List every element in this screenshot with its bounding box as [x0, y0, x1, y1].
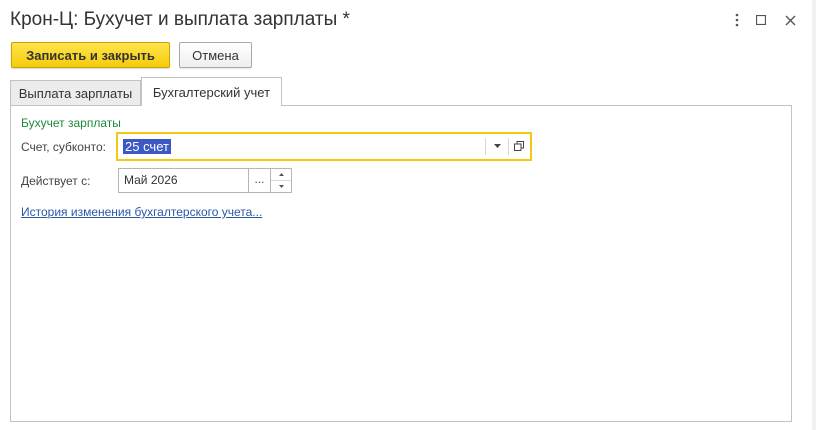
window-edge — [812, 0, 816, 430]
history-link[interactable]: История изменения бухгалтерского учета..… — [21, 205, 262, 219]
tab-accounting[interactable]: Бухгалтерский учет — [141, 77, 282, 106]
maximize-icon[interactable] — [751, 10, 771, 30]
cancel-button[interactable]: Отмена — [179, 42, 252, 68]
field-separator — [508, 138, 509, 155]
chevron-down-icon[interactable] — [490, 139, 504, 153]
account-label: Счет, субконто: — [21, 140, 106, 154]
account-field[interactable]: 25 счет — [116, 132, 532, 161]
window-title: Крон-Ц: Бухучет и выплата зарплаты * — [10, 9, 350, 30]
spin-up-icon[interactable] — [271, 169, 291, 181]
tab-salary-payment[interactable]: Выплата зарплаты — [10, 80, 141, 105]
date-select-button[interactable]: ... — [249, 168, 271, 193]
field-separator — [485, 138, 486, 155]
more-vert-icon[interactable] — [727, 10, 747, 30]
effective-date-label: Действует с: — [21, 174, 91, 188]
open-icon[interactable] — [512, 139, 526, 153]
account-value[interactable]: 25 счет — [123, 139, 171, 154]
group-title: Бухучет зарплаты — [21, 116, 121, 130]
close-icon[interactable] — [780, 10, 800, 30]
effective-date-field[interactable]: Май 2026 — [118, 168, 249, 193]
save-and-close-button[interactable]: Записать и закрыть — [11, 42, 170, 68]
spin-down-icon[interactable] — [271, 181, 291, 192]
date-spinner[interactable] — [271, 168, 292, 193]
